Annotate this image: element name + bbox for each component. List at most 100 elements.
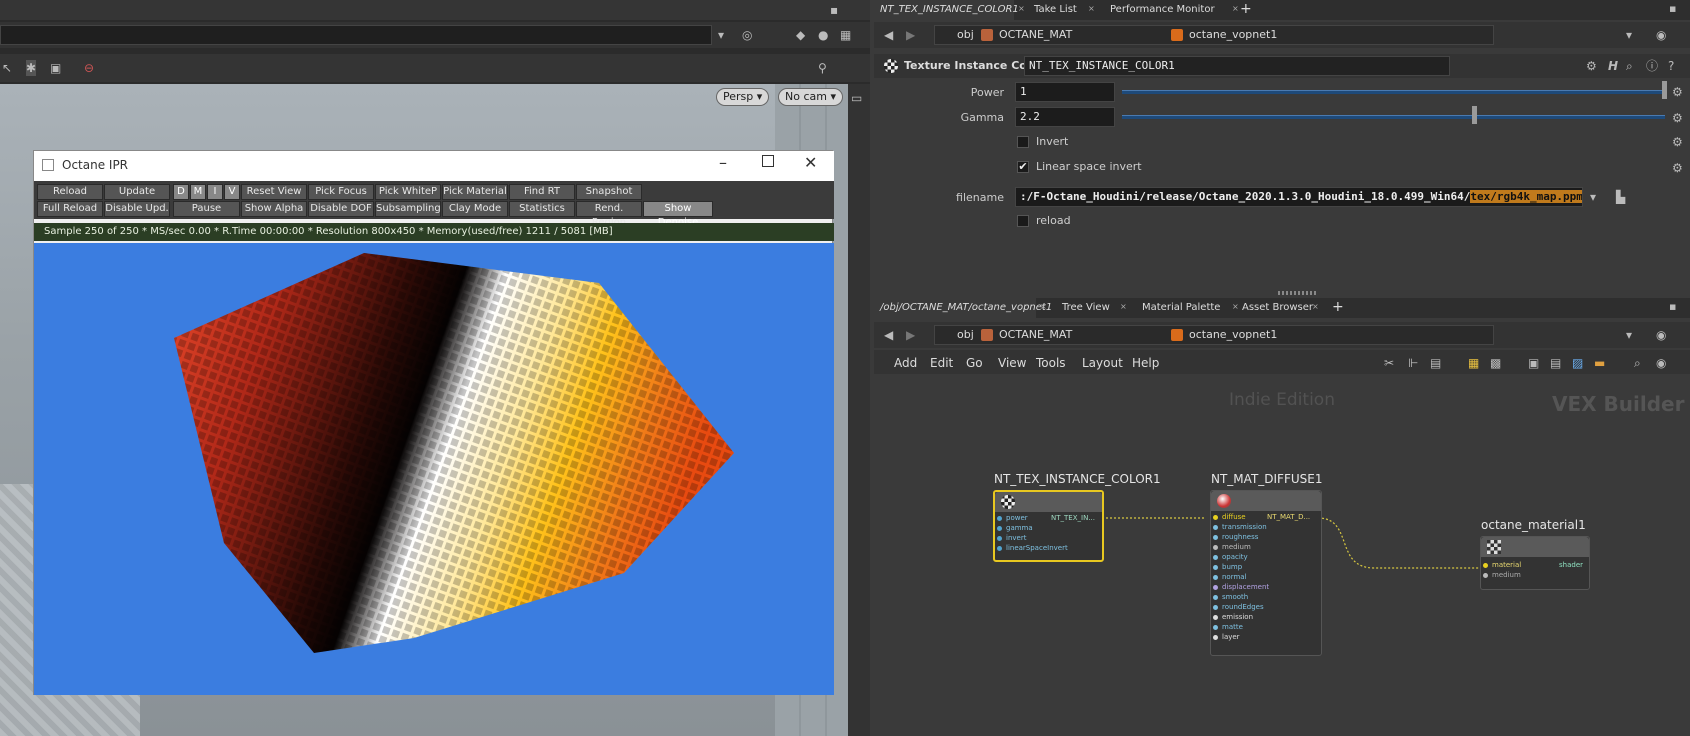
eye-icon[interactable]: ◉ [1656,355,1666,371]
palette-icon[interactable]: ▦ [1468,355,1479,371]
render-region-button[interactable]: Rend. Region [576,201,642,228]
back-icon[interactable]: ◀ [884,327,893,343]
tree-icon[interactable]: ⊩ [1408,355,1418,371]
image-icon[interactable]: ▨ [1572,355,1583,371]
select-icon[interactable]: ↖ [2,60,12,76]
input-port[interactable]: roughness [1213,533,1258,542]
input-port[interactable]: emission [1213,613,1253,622]
gear-icon[interactable]: ⚙ [1672,84,1683,100]
box-icon[interactable]: ▬ [1594,355,1605,371]
dropdown-icon[interactable]: ▾ [1626,27,1632,43]
cube-icon[interactable]: ◆ [796,27,805,43]
gear-icon[interactable]: ⚙ [1586,58,1597,74]
input-port[interactable]: material [1483,561,1521,570]
dropdown-icon[interactable]: ▾ [1590,189,1596,205]
add-tab-icon[interactable]: + [1332,299,1344,315]
input-port[interactable]: invert [997,534,1026,543]
tab-parameters[interactable]: NT_TEX_INSTANCE_COLOR1 [874,0,1019,20]
menu-help[interactable]: Help [1132,356,1159,370]
input-port[interactable]: normal [1213,573,1247,582]
pane-menu-icon[interactable]: ▪ [1669,2,1676,15]
pick-focus-button[interactable]: Pick Focus [308,184,374,200]
close-tab-icon[interactable]: × [1120,302,1127,311]
tab-network[interactable]: /obj/OCTANE_MAT/octane_vopnet1 [874,298,1052,318]
pane-splitter-handle[interactable] [1278,291,1318,295]
input-port[interactable]: medium [1483,571,1521,580]
reset-view-button[interactable]: Reset View [241,184,307,200]
close-tab-icon[interactable]: × [1312,302,1319,311]
close-tab-icon[interactable]: × [1018,4,1025,13]
sphere-icon[interactable]: ● [818,27,828,43]
target-icon[interactable]: ◎ [742,27,752,43]
node-tex-instance-color[interactable]: power gamma invert linearSpaceInvert NT_… [993,490,1104,562]
filename-field[interactable]: :/F-Octane_Houdini/release/Octane_2020.1… [1015,187,1583,207]
disable-update-button[interactable]: Disable Upd. [104,201,170,217]
input-port[interactable]: displacement [1213,583,1269,592]
d-button[interactable]: D [173,184,189,200]
sticky-icon[interactable]: ▤ [1550,355,1561,371]
input-port[interactable]: linearSpaceInvert [997,544,1068,553]
forward-icon[interactable]: ▶ [906,27,915,43]
gear-icon[interactable]: ⚙ [1672,160,1683,176]
crumb-octane-mat[interactable]: OCTANE_MAT [999,326,1072,344]
reload-checkbox[interactable] [1017,215,1029,227]
disable-dof-button[interactable]: Disable DOF [308,201,374,217]
gear-icon[interactable]: ⚙ [1672,110,1683,126]
pause-button[interactable]: Pause [173,201,240,217]
camera-menu[interactable]: No cam ▾ [778,88,843,106]
subsampling-button[interactable]: Subsampling [375,201,441,217]
input-port[interactable]: transmission [1213,523,1267,532]
crumb-obj[interactable]: obj [957,26,974,44]
info-icon[interactable]: ⓘ [1646,58,1658,74]
crumb-octane-mat[interactable]: OCTANE_MAT [999,26,1072,44]
network-editor[interactable]: Indie Edition VEX Builder NT_TEX_INSTANC… [874,374,1690,736]
tab-performance-monitor[interactable]: Performance Monitor [1104,0,1221,20]
menu-edit[interactable]: Edit [930,356,953,370]
show-alpha-button[interactable]: Show Alpha [241,201,307,217]
output-port[interactable]: NT_TEX_IN... [1051,514,1095,523]
clay-mode-button[interactable]: Clay Mode [442,201,508,217]
input-port[interactable]: smooth [1213,593,1248,602]
grid-icon[interactable]: ▩ [1490,355,1501,371]
record-icon[interactable]: ⊖ [84,60,94,76]
output-port[interactable]: NT_MAT_D... [1267,513,1310,522]
zoom-icon[interactable]: ⌕ [1634,355,1641,371]
crumb-obj[interactable]: obj [957,326,974,344]
file-chooser-icon[interactable]: ▙ [1616,189,1625,205]
menu-layout[interactable]: Layout [1082,356,1123,370]
close-tab-icon[interactable]: × [1088,4,1095,13]
perspective-menu[interactable]: Persp ▾ [716,88,770,106]
ipr-render-view[interactable] [34,243,834,695]
power-slider-handle[interactable] [1662,81,1667,99]
minimize-icon[interactable]: – [719,153,727,172]
input-port[interactable]: opacity [1213,553,1248,562]
input-port[interactable]: gamma [997,524,1033,533]
camera-icon[interactable]: ▣ [50,60,61,76]
snapshot-button[interactable]: Snapshot [576,184,642,200]
input-port[interactable]: bump [1213,563,1242,572]
m-button[interactable]: M [190,184,206,200]
display-icon[interactable]: ▭ [851,90,862,106]
pick-material-button[interactable]: Pick Material [442,184,508,200]
dropdown-icon[interactable]: ▾ [718,27,724,43]
gamma-slider[interactable] [1122,115,1665,119]
view-mode-icon[interactable]: ✱ [26,60,37,76]
close-tab-icon[interactable]: × [1232,4,1239,13]
pane-menu-icon[interactable]: ▪ [1669,300,1676,313]
search-icon[interactable]: ⌕ [1626,58,1633,74]
wrench-icon[interactable]: ✂ [1384,355,1394,371]
show-denoise-button[interactable]: Show Denoise [643,201,713,228]
note-icon[interactable]: ▣ [1528,355,1539,371]
input-port[interactable]: diffuse [1213,513,1246,522]
tab-take-list[interactable]: Take List [1028,0,1083,20]
path-field[interactable] [0,25,712,45]
maximize-icon[interactable] [762,155,774,167]
grid-icon[interactable]: ▦ [840,27,851,43]
v-button[interactable]: V [224,184,240,200]
close-icon[interactable]: ✕ [804,153,817,172]
gamma-field[interactable]: 2.2 [1015,107,1115,127]
gear-icon[interactable]: ⚙ [1672,134,1683,150]
tab-asset-browser[interactable]: Asset Browser [1236,298,1319,318]
dropdown-icon[interactable]: ▾ [1626,327,1632,343]
power-slider[interactable] [1122,90,1665,94]
